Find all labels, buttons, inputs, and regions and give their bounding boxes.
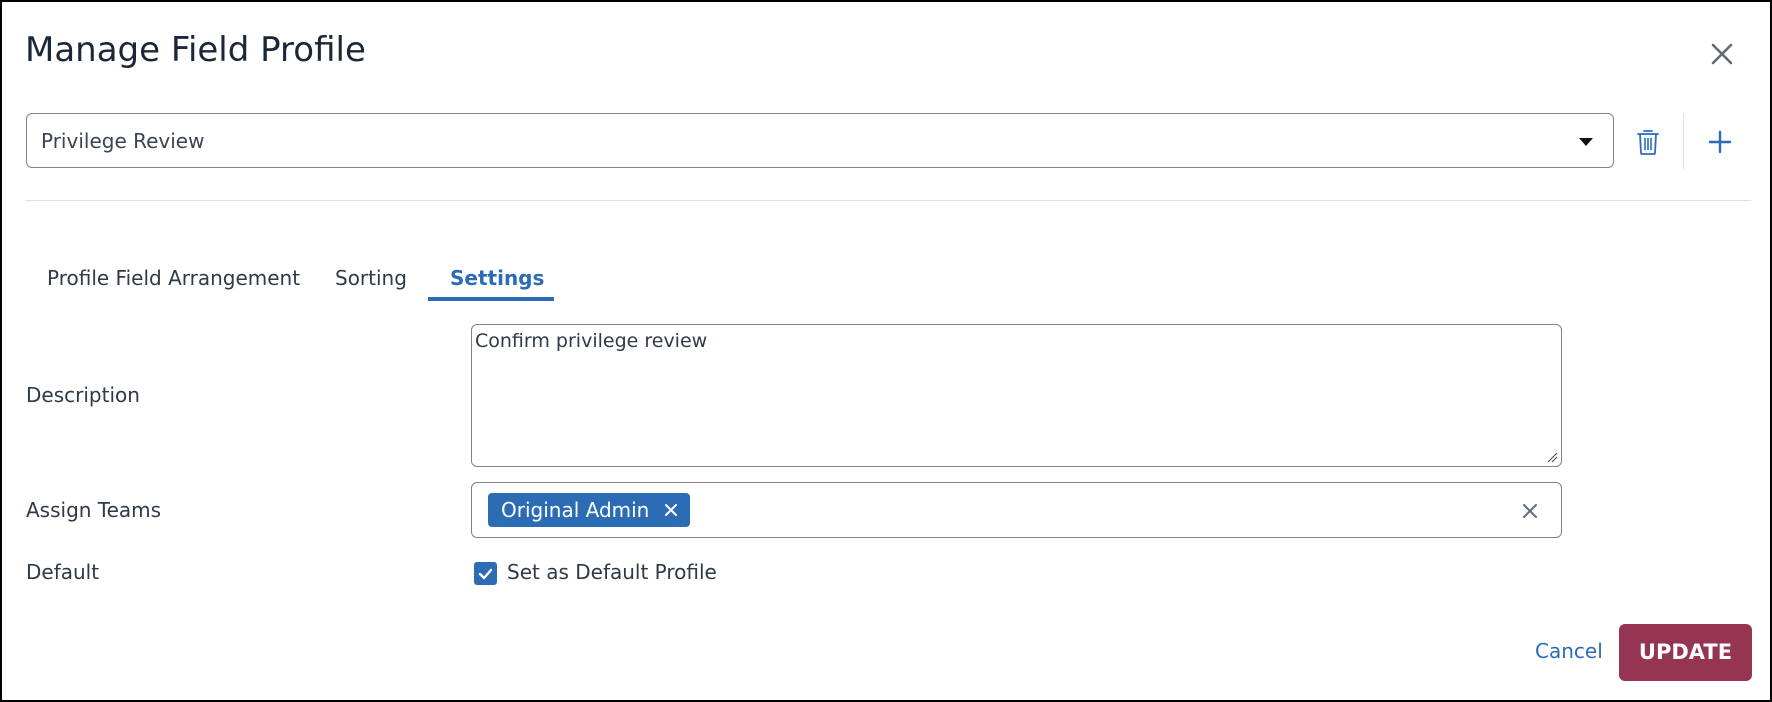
assign-teams-label: Assign Teams	[26, 498, 162, 522]
trash-icon	[1637, 130, 1659, 155]
team-chip-label: Original Admin	[501, 498, 650, 522]
default-checkbox-label[interactable]: Set as Default Profile	[507, 560, 717, 584]
caret-down-icon	[1579, 138, 1593, 146]
assign-teams-input[interactable]: Original Admin	[471, 482, 1562, 538]
tab-sorting[interactable]: Sorting	[335, 266, 407, 290]
update-button[interactable]: UPDATE	[1619, 624, 1752, 681]
team-chip: Original Admin	[488, 493, 690, 527]
remove-chip-icon[interactable]	[664, 503, 678, 517]
plus-icon	[1708, 130, 1732, 154]
cancel-button[interactable]: Cancel	[1535, 639, 1603, 663]
tab-settings[interactable]: Settings	[450, 266, 544, 290]
delete-profile-button[interactable]	[1636, 128, 1660, 156]
resize-grip-icon[interactable]	[1546, 451, 1558, 463]
header-divider	[26, 200, 1751, 201]
tab-profile-field-arrangement[interactable]: Profile Field Arrangement	[47, 266, 300, 290]
description-label: Description	[26, 383, 140, 407]
default-label: Default	[26, 560, 100, 584]
toolbar-divider	[1683, 113, 1684, 169]
manage-field-profile-dialog: Manage Field Profile Privilege Review Pr…	[0, 0, 1772, 702]
dialog-title: Manage Field Profile	[25, 30, 366, 70]
clear-all-icon[interactable]	[1521, 502, 1539, 520]
profile-select[interactable]: Privilege Review	[26, 113, 1614, 168]
close-button[interactable]	[1708, 40, 1736, 68]
active-tab-indicator	[428, 297, 554, 301]
description-textarea[interactable]: Confirm privilege review	[471, 324, 1562, 467]
profile-select-value: Privilege Review	[41, 129, 205, 153]
close-icon	[1711, 43, 1733, 65]
default-profile-checkbox[interactable]	[474, 562, 497, 585]
checkmark-icon	[478, 568, 493, 580]
add-profile-button[interactable]	[1707, 129, 1733, 155]
description-value: Confirm privilege review	[475, 330, 708, 352]
